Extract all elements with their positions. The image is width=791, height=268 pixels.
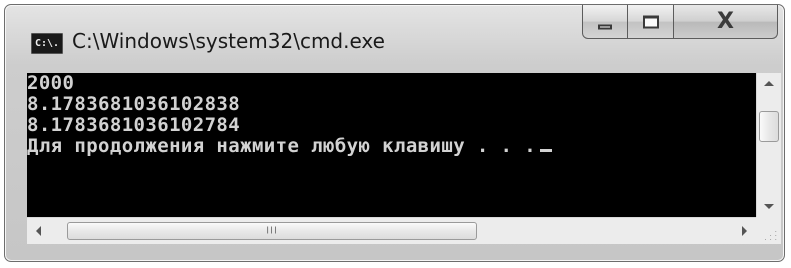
caption-buttons: X — [582, 5, 779, 41]
scroll-down-button[interactable] — [757, 195, 781, 217]
minimize-button[interactable] — [582, 5, 628, 39]
arrow-left-icon — [36, 226, 41, 236]
console-prompt-line: Для продолжения нажмите любую клавишу . … — [27, 136, 756, 157]
arrow-up-icon — [764, 81, 774, 86]
resize-grip-icon: .. .. . . — [764, 225, 777, 242]
maximize-button[interactable] — [628, 5, 674, 39]
horizontal-scroll-thumb[interactable]: III — [67, 222, 477, 240]
console-output[interactable]: 2000 8.1783681036102838 8.17836810361027… — [27, 73, 756, 217]
scroll-left-button[interactable] — [27, 218, 53, 244]
scroll-right-button[interactable] — [730, 218, 756, 244]
console-line: 8.1783681036102784 — [27, 114, 241, 136]
console-line: 2000 — [27, 73, 75, 94]
scroll-up-button[interactable] — [757, 73, 781, 95]
vertical-scroll-thumb[interactable] — [759, 111, 779, 142]
console-line-text: Для продолжения нажмите любую клавишу . … — [27, 135, 537, 157]
close-button[interactable]: X — [674, 5, 778, 39]
resize-grip[interactable]: .. .. . . — [756, 217, 781, 244]
grip-icon: III — [266, 225, 278, 237]
cmd-icon[interactable]: C:\. — [31, 33, 63, 54]
text-cursor — [540, 149, 553, 152]
minimize-icon — [598, 24, 612, 29]
close-icon: X — [717, 8, 734, 34]
vertical-scrollbar[interactable] — [756, 73, 781, 217]
window-title: C:\Windows\system32\cmd.exe — [72, 29, 385, 53]
arrow-down-icon — [764, 204, 774, 209]
console-line: 8.1783681036102838 — [27, 93, 241, 115]
arrow-right-icon — [742, 226, 747, 236]
horizontal-scrollbar[interactable]: III — [27, 217, 756, 244]
console-window: C:\. C:\Windows\system32\cmd.exe X 2000 … — [4, 4, 785, 262]
title-bar[interactable]: C:\. C:\Windows\system32\cmd.exe X — [5, 5, 784, 63]
maximize-icon — [642, 15, 659, 28]
